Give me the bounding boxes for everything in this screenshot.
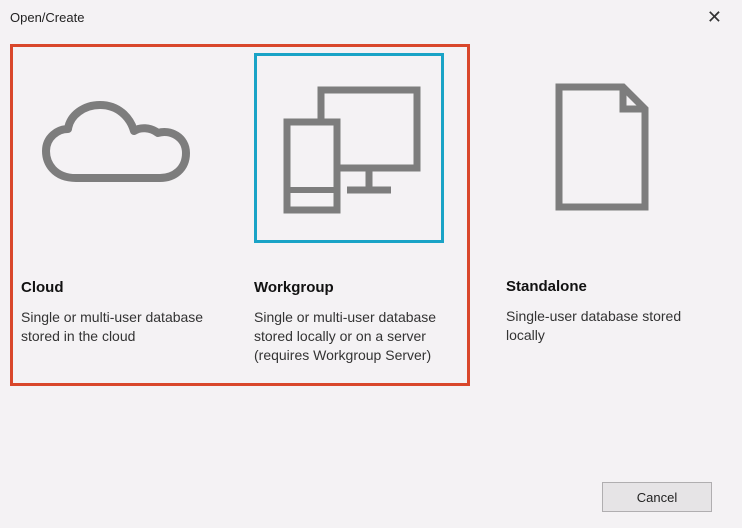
document-icon — [541, 77, 661, 217]
workgroup-icon — [269, 68, 429, 228]
standalone-title: Standalone — [506, 278, 700, 295]
workgroup-icon-box — [254, 53, 444, 243]
cloud-icon-box — [21, 53, 211, 243]
option-cloud[interactable]: Cloud Single or multi-user database stor… — [21, 53, 226, 365]
dialog-title: Open/Create — [10, 10, 84, 25]
dialog-titlebar: Open/Create ✕ — [0, 0, 742, 34]
cloud-title: Cloud — [21, 279, 226, 296]
workgroup-title: Workgroup — [254, 279, 459, 296]
options-container: Cloud Single or multi-user database stor… — [0, 34, 742, 386]
highlighted-group: Cloud Single or multi-user database stor… — [10, 44, 470, 386]
cloud-icon — [36, 93, 196, 203]
cloud-description: Single or multi-user database stored in … — [21, 308, 226, 346]
option-workgroup[interactable]: Workgroup Single or multi-user database … — [254, 53, 459, 365]
option-standalone[interactable]: Standalone Single-user database stored l… — [498, 44, 708, 386]
workgroup-description: Single or multi-user database stored loc… — [254, 308, 459, 365]
close-icon[interactable]: ✕ — [699, 6, 730, 28]
standalone-description: Single-user database stored locally — [506, 307, 700, 345]
standalone-icon-box — [506, 52, 696, 242]
dialog-footer: Cancel — [602, 482, 712, 512]
cancel-button[interactable]: Cancel — [602, 482, 712, 512]
